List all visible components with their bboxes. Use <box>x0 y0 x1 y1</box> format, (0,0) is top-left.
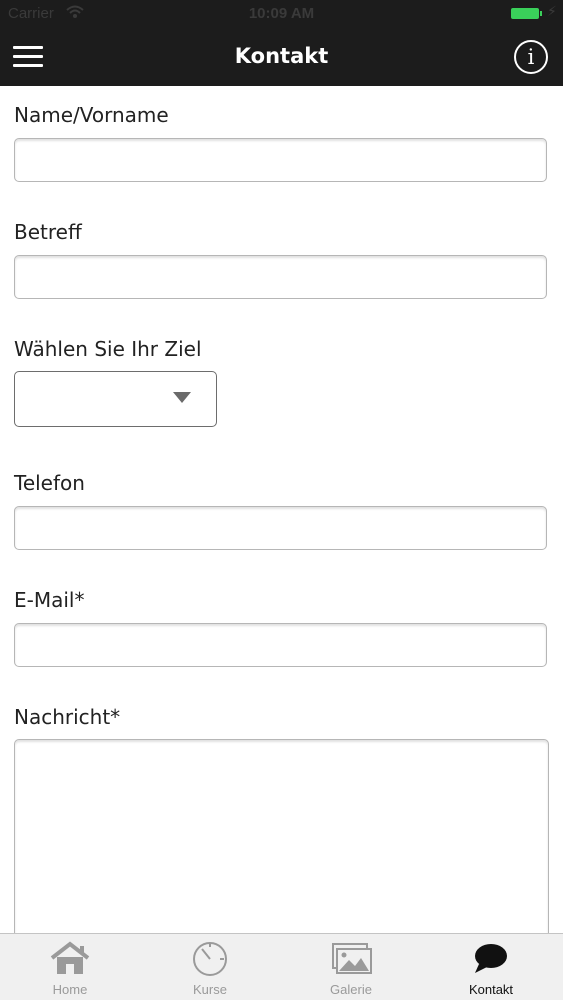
name-input[interactable] <box>14 138 547 182</box>
tab-galerie-label: Galerie <box>330 982 372 997</box>
timer-icon <box>193 942 227 976</box>
phone-label: Telefon <box>14 471 85 495</box>
tab-bar: Home Kurse Galerie Kontakt <box>0 933 563 1000</box>
tab-home[interactable]: Home <box>0 934 140 1001</box>
subject-label: Betreff <box>14 220 82 244</box>
destination-select[interactable] <box>14 371 217 427</box>
message-label: Nachricht* <box>14 705 121 729</box>
info-icon[interactable]: i <box>514 40 548 74</box>
nav-bar: Kontakt i <box>0 30 563 86</box>
top-bar: Carrier 10:09 AM ⚡ Kontakt i <box>0 0 563 86</box>
page-title: Kontakt <box>234 44 329 68</box>
tab-galerie[interactable]: Galerie <box>281 934 421 1001</box>
destination-label: Wählen Sie Ihr Ziel <box>14 337 202 361</box>
home-icon <box>50 941 90 974</box>
status-bar: Carrier 10:09 AM ⚡ <box>0 0 563 30</box>
tab-kurse-label: Kurse <box>193 982 227 997</box>
email-label: E-Mail* <box>14 588 85 612</box>
name-label: Name/Vorname <box>14 103 169 127</box>
phone-input[interactable] <box>14 506 547 550</box>
gallery-icon <box>332 943 372 974</box>
tab-home-label: Home <box>52 982 88 997</box>
dropdown-arrow-icon <box>173 392 191 403</box>
charging-icon: ⚡ <box>547 4 557 20</box>
battery-icon <box>511 8 539 19</box>
tab-kontakt[interactable]: Kontakt <box>421 934 561 1001</box>
subject-input[interactable] <box>14 255 547 299</box>
chat-bubble-icon <box>475 944 507 973</box>
status-time: 10:09 AM <box>248 5 315 22</box>
message-textarea[interactable] <box>14 739 549 949</box>
tab-kontakt-label: Kontakt <box>468 982 514 997</box>
email-input[interactable] <box>14 623 547 667</box>
battery-tip <box>540 11 542 16</box>
tab-kurse[interactable]: Kurse <box>140 934 280 1001</box>
